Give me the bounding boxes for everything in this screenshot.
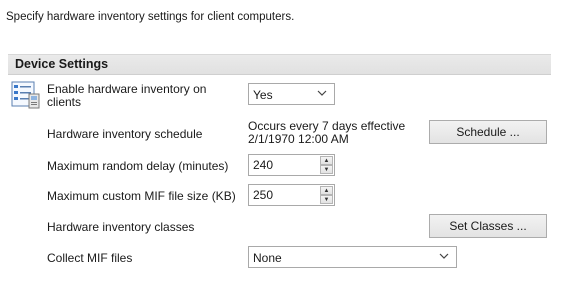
enable-inventory-value: Yes — [253, 88, 273, 102]
chevron-down-icon — [317, 90, 327, 96]
chevron-down-icon — [439, 253, 449, 259]
max-mif-stepper[interactable]: 250 ▲ ▼ — [248, 184, 335, 206]
collect-mif-label: Collect MIF files — [47, 251, 133, 265]
page-description: Specify hardware inventory settings for … — [6, 11, 295, 23]
collect-mif-value: None — [253, 251, 282, 265]
max-delay-value: 240 — [253, 158, 274, 172]
inventory-classes-label: Hardware inventory classes — [47, 220, 195, 234]
spin-down-icon[interactable]: ▼ — [320, 195, 333, 204]
enable-inventory-label: Enable hardware inventory on clients — [47, 82, 207, 109]
collect-mif-dropdown[interactable]: None — [248, 246, 457, 268]
spin-down-icon[interactable]: ▼ — [320, 165, 333, 174]
spin-up-icon[interactable]: ▲ — [320, 186, 333, 195]
section-title: Device Settings — [15, 57, 109, 71]
max-mif-value: 250 — [253, 188, 274, 202]
max-delay-label: Maximum random delay (minutes) — [47, 159, 229, 173]
schedule-label: Hardware inventory schedule — [47, 127, 203, 141]
section-header: Device Settings — [8, 54, 551, 75]
schedule-button[interactable]: Schedule ... — [429, 120, 547, 144]
schedule-text: Occurs every 7 days effective 2/1/1970 1… — [248, 119, 406, 146]
spin-up-icon[interactable]: ▲ — [320, 156, 333, 165]
enable-inventory-dropdown[interactable]: Yes — [248, 83, 335, 105]
settings-list-icon — [11, 80, 41, 110]
max-delay-stepper[interactable]: 240 ▲ ▼ — [248, 154, 335, 176]
max-mif-label: Maximum custom MIF file size (KB) — [47, 189, 236, 203]
set-classes-button[interactable]: Set Classes ... — [429, 214, 547, 238]
